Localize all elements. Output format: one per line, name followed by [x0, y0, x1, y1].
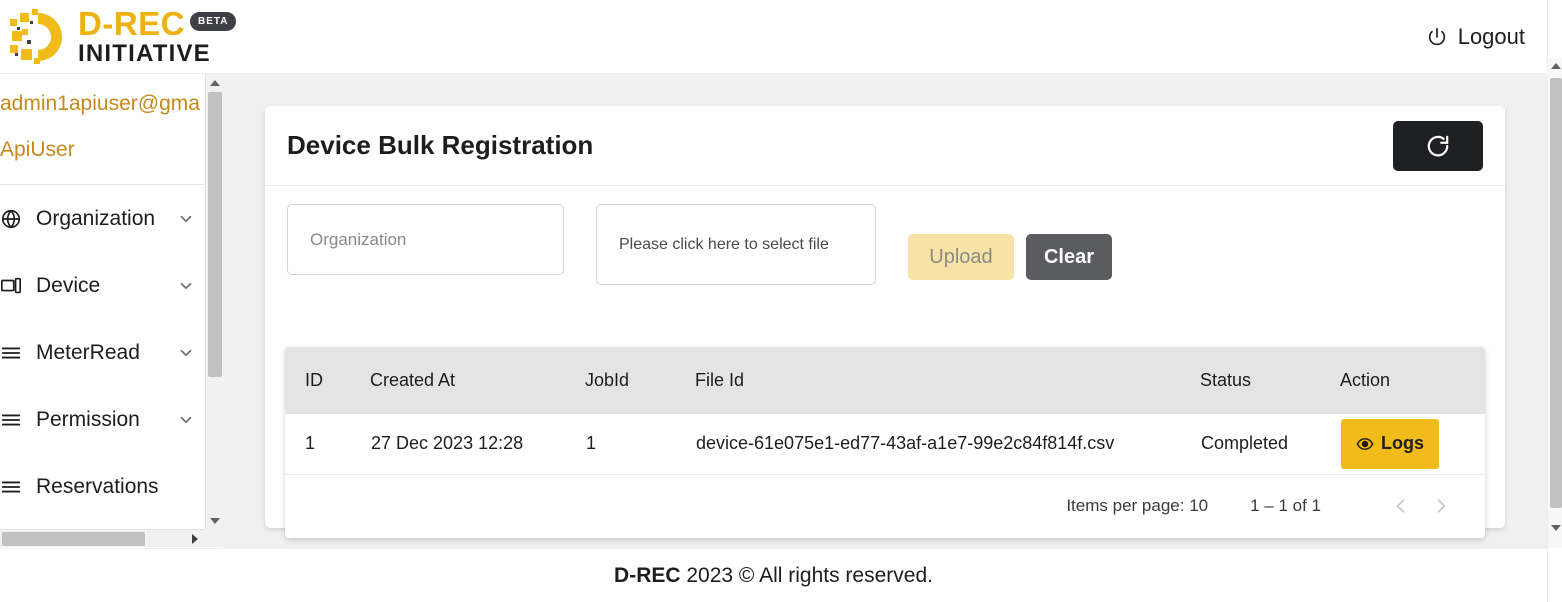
column-header-jobid: JobId: [585, 370, 630, 390]
items-per-page-value[interactable]: 10: [1189, 496, 1208, 515]
sidebar-item-label: Reservations: [36, 474, 159, 498]
chevron-down-icon[interactable]: [177, 210, 195, 228]
refresh-button[interactable]: [1393, 120, 1483, 171]
page-range-label: 1 – 1 of 1: [1250, 496, 1321, 515]
column-header-action: Action: [1340, 370, 1391, 390]
sidebar-item-device[interactable]: Device: [0, 252, 205, 319]
scrollbar-corner: [205, 529, 223, 547]
chevron-down-icon[interactable]: [177, 411, 195, 429]
list-icon: [0, 409, 22, 431]
column-header-status: Status: [1200, 370, 1252, 390]
app-root: D-REC INITIATIVE BETA Logout admin1apius…: [0, 0, 1562, 602]
sidebar-item-organization[interactable]: Organization: [0, 185, 205, 252]
scroll-right-arrow-icon[interactable]: [185, 530, 205, 548]
cell-created-at: 27 Dec 2023 12:28: [371, 433, 524, 454]
list-icon: [0, 476, 22, 498]
device-icon: [0, 275, 22, 297]
scroll-down-arrow-icon[interactable]: [206, 512, 224, 529]
user-role: ApiUser: [0, 138, 75, 161]
sidebar-item-reservations[interactable]: Reservations: [0, 453, 205, 520]
column-header-id: ID: [305, 370, 323, 390]
sidebar-scroll-thumb[interactable]: [208, 92, 222, 377]
chevron-right-icon: [1431, 496, 1451, 516]
page-title: Device Bulk Registration: [287, 130, 594, 160]
column-header-created-at: Created At: [370, 370, 456, 390]
user-email: admin1apiuser@gma: [0, 92, 200, 115]
table-header-row: ID Created At JobId File Id Status Actio…: [285, 347, 1485, 414]
scrollbar-top-cap: [1548, 0, 1562, 58]
upload-button[interactable]: Upload: [908, 234, 1014, 280]
items-per-page-text: Items per page:: [1066, 496, 1185, 515]
sidebar-item-meterread[interactable]: MeterRead: [0, 319, 205, 386]
page-scroll-up-arrow-icon[interactable]: [1548, 58, 1562, 74]
cell-status: Completed: [1201, 433, 1289, 454]
sidebar-hscroll-thumb[interactable]: [2, 532, 145, 546]
sidebar-item-label: Device: [36, 273, 101, 297]
sidebar-horizontal-scrollbar[interactable]: [0, 529, 205, 547]
table-row: 1 27 Dec 2023 12:28 1 device-61e075e1-ed…: [285, 414, 1485, 474]
logs-button-label: Logs: [1381, 433, 1424, 454]
list-icon: [0, 342, 22, 364]
cell-fileid: device-61e075e1-ed77-43af-a1e7-99e2c84f8…: [696, 433, 1115, 454]
sidebar-vertical-scrollbar[interactable]: [205, 74, 224, 529]
page-scrollbar[interactable]: [1547, 0, 1562, 602]
eye-icon: [1356, 435, 1374, 453]
file-select-box[interactable]: Please click here to select file: [596, 204, 876, 285]
column-header-fileid: File Id: [695, 370, 745, 390]
brand-logo[interactable]: D-REC INITIATIVE BETA: [0, 0, 237, 74]
page-scroll-down-arrow-icon[interactable]: [1548, 520, 1562, 536]
cell-jobid: 1: [586, 433, 597, 454]
footer: D-REC 2023 © All rights reserved.: [0, 548, 1547, 602]
brand-subtitle: INITIATIVE: [78, 40, 211, 67]
chevron-down-icon[interactable]: [177, 344, 195, 362]
paginator: Items per page: 10 1 – 1 of 1: [285, 474, 1485, 538]
drec-logo-icon: [8, 7, 70, 67]
scroll-up-arrow-icon[interactable]: [206, 74, 224, 91]
organization-input[interactable]: [287, 204, 564, 275]
card-header: Device Bulk Registration: [265, 106, 1505, 186]
items-per-page-label: Items per page: 10: [1066, 496, 1208, 516]
jobs-table: ID Created At JobId File Id Status Actio…: [285, 347, 1485, 475]
footer-brand: D-REC: [614, 563, 681, 587]
previous-page-button[interactable]: [1381, 486, 1421, 526]
page-scroll-thumb[interactable]: [1550, 78, 1562, 508]
beta-badge: BETA: [190, 11, 237, 31]
clear-button[interactable]: Clear: [1026, 234, 1112, 280]
file-select-label: Please click here to select file: [619, 235, 829, 253]
next-page-button[interactable]: [1421, 486, 1461, 526]
footer-text: D-REC 2023 © All rights reserved.: [614, 564, 933, 588]
jobs-table-card: ID Created At JobId File Id Status Actio…: [285, 347, 1485, 538]
chevron-left-icon: [1391, 496, 1411, 516]
cell-id: 1: [305, 433, 316, 454]
logs-button[interactable]: Logs: [1341, 418, 1439, 469]
sidebar-item-label: Organization: [36, 206, 156, 230]
sidebar-user-block: admin1apiuser@gma ApiUser: [0, 74, 205, 184]
chevron-down-icon[interactable]: [177, 277, 195, 295]
bulk-registration-card: Device Bulk Registration Please click he…: [265, 106, 1505, 538]
cell-action: Logs: [1340, 414, 1485, 474]
main-content: Device Bulk Registration Please click he…: [223, 74, 1547, 548]
power-icon: [1426, 26, 1448, 48]
sidebar: admin1apiuser@gma ApiUser Organization D…: [0, 74, 205, 529]
upload-form: Please click here to select file Upload …: [265, 186, 1505, 285]
sidebar-item-permission[interactable]: Permission: [0, 386, 205, 453]
organization-icon: [0, 208, 22, 230]
scrollbar-bottom-cap: [1548, 548, 1562, 602]
sidebar-item-label: MeterRead: [36, 340, 140, 364]
top-bar: D-REC INITIATIVE BETA Logout: [0, 0, 1547, 74]
logout-button[interactable]: Logout: [1426, 24, 1525, 50]
sidebar-item-label: Permission: [36, 407, 140, 431]
footer-copyright: 2023 © All rights reserved.: [680, 563, 933, 587]
logout-label: Logout: [1457, 23, 1525, 49]
refresh-icon: [1425, 133, 1451, 159]
